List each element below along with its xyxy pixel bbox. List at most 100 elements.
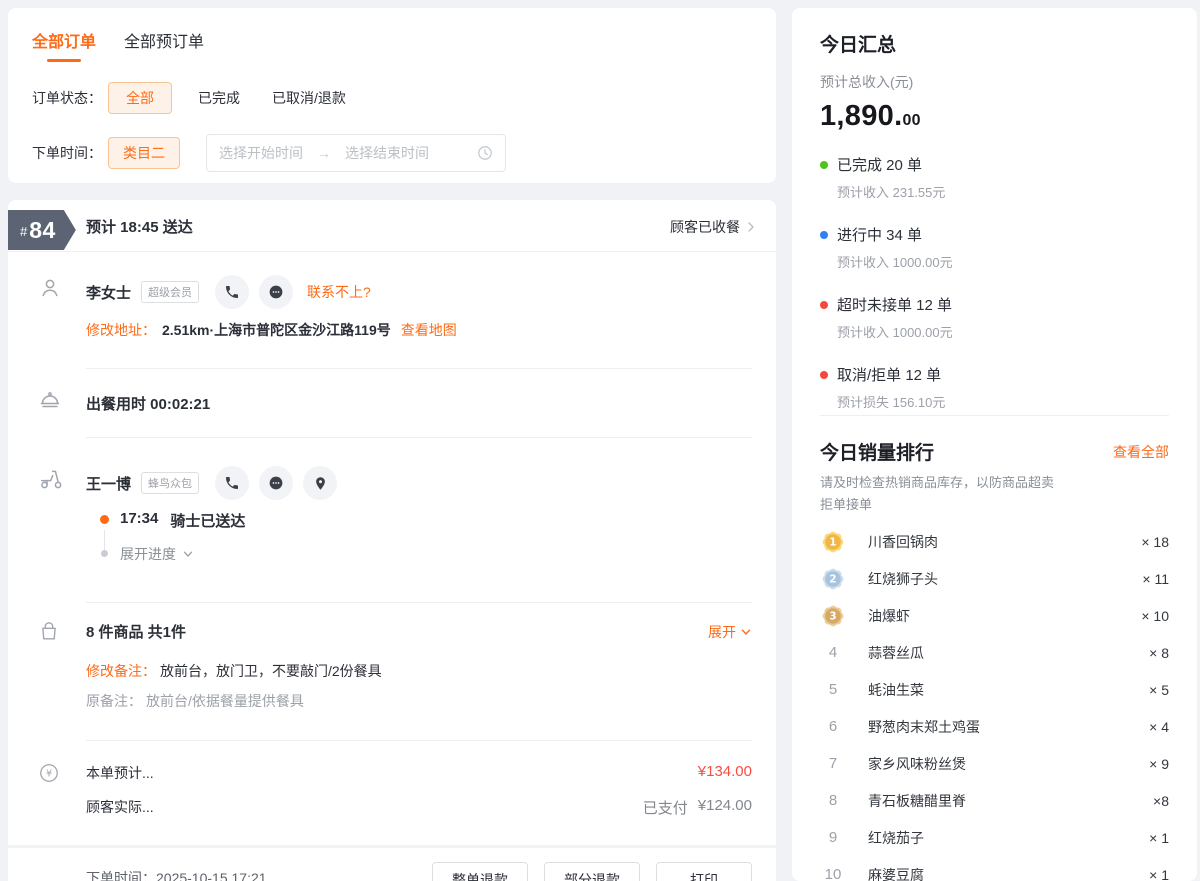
order-status-link[interactable]: 顾客已收餐	[670, 217, 756, 237]
status-option-cancelled[interactable]: 已取消/退款	[272, 88, 346, 108]
ranking-note-line1: 请及时检查热销商品库存，以防商品超卖	[820, 472, 1169, 494]
divider	[86, 740, 752, 741]
total-revenue-label: 预计总收入(元)	[820, 72, 1169, 92]
rider-location-button[interactable]	[303, 466, 337, 500]
dish-count: × 1	[1149, 830, 1169, 846]
order-number: 84	[29, 217, 56, 244]
order-time-label: 下单时间：	[86, 870, 156, 881]
ranking-row: 7 家乡风味粉丝煲 × 9	[820, 745, 1169, 782]
view-all-link[interactable]: 查看全部	[1113, 442, 1169, 462]
revenue-cents: 00	[902, 112, 920, 129]
dish-count: ×8	[1153, 793, 1169, 809]
ranking-row: 8 青石板糖醋里脊 ×8	[820, 782, 1169, 819]
stat-label: 取消/拒单 12 单	[837, 364, 941, 385]
call-rider-button[interactable]	[215, 466, 249, 500]
status-option-completed[interactable]: 已完成	[198, 88, 240, 108]
view-map-link[interactable]: 查看地图	[401, 320, 457, 340]
original-note-row: 原备注： 放前台/依据餐量提供餐具	[86, 691, 752, 711]
rank-number: 5	[820, 681, 846, 698]
stat-in-progress: 进行中 34 单 预计收入 1000.00元	[820, 224, 1169, 271]
dish-count: × 10	[1141, 608, 1169, 624]
clock-icon	[477, 145, 493, 161]
dish-name: 红烧茄子	[868, 828, 924, 848]
message-rider-button[interactable]	[259, 466, 293, 500]
dish-name: 家乡风味粉丝煲	[868, 754, 966, 774]
paid-status-label: 已支付	[643, 797, 688, 818]
dish-count: × 18	[1141, 534, 1169, 550]
estimated-income-row: 本单预计... ¥134.00	[86, 763, 752, 783]
tab-all-preorders[interactable]: 全部预订单	[124, 28, 204, 62]
dish-name: 蒜蓉丝瓜	[868, 643, 924, 663]
estimated-income-amount: ¥134.00	[698, 763, 752, 783]
order-footer-bar: 下单时间：2025-10-15 17:21 整单退款 部分退款 打印	[8, 848, 776, 881]
full-refund-button[interactable]: 整单退款	[432, 862, 528, 881]
message-customer-button[interactable]	[259, 275, 293, 309]
revenue-integer: 1,890.	[820, 100, 902, 132]
divider	[86, 602, 752, 603]
stat-sub: 预计收入 1000.00元	[837, 252, 1169, 271]
timeline-status: 骑士已送达	[170, 510, 245, 531]
stat-overdue: 超时未接单 12 单 预计收入 1000.00元	[820, 294, 1169, 341]
rider-row: 王一博 蜂鸟众包	[86, 466, 752, 500]
prep-time: 出餐用时 00:02:21	[86, 393, 752, 414]
dish-count: × 9	[1149, 756, 1169, 772]
svg-text:3: 3	[829, 610, 836, 622]
dish-name: 麻婆豆腐	[868, 865, 924, 881]
call-customer-button[interactable]	[215, 275, 249, 309]
customer-address-row: 修改地址： 2.51km·上海市普陀区金沙江路119号 查看地图	[86, 320, 752, 340]
order-header: #84 预计 18:45 送达 顾客已收餐	[8, 200, 776, 252]
dish-name: 青石板糖醋里脊	[868, 791, 966, 811]
customer-icon	[38, 276, 64, 302]
stat-sub: 预计收入 231.55元	[837, 182, 1169, 201]
dish-count: × 1	[1149, 867, 1169, 881]
svg-text:2: 2	[829, 573, 836, 585]
time-category-button[interactable]: 类目二	[108, 137, 180, 169]
order-status-text: 顾客已收餐	[670, 217, 740, 237]
cannot-contact-link[interactable]: 联系不上?	[307, 282, 371, 302]
sales-ranking-note: 请及时检查热销商品库存，以防商品超卖 拒单接单	[820, 472, 1169, 516]
today-summary-title: 今日汇总	[820, 30, 1169, 57]
red-dot-icon	[820, 371, 828, 379]
rank-number: 4	[820, 644, 846, 661]
order-time-filter-row: 下单时间： 类目二 选择开始时间 → 选择结束时间	[32, 134, 752, 172]
partial-refund-button[interactable]: 部分退款	[544, 862, 640, 881]
ranking-row: 5 蚝油生菜 × 5	[820, 671, 1169, 708]
rank-number: 7	[820, 755, 846, 772]
rider-name: 王一博	[86, 473, 131, 494]
address-modified-label: 修改地址：	[86, 320, 156, 340]
goods-summary-row: 8 件商品 共1件 展开	[86, 621, 752, 642]
order-time-value: 2025-10-15 17:21	[156, 870, 267, 881]
order-tabs: 全部订单 全部预订单	[32, 28, 752, 62]
order-time-row: 下单时间：2025-10-15 17:21	[86, 868, 267, 881]
divider	[86, 437, 752, 438]
divider	[86, 368, 752, 369]
timeline-time: 17:34	[120, 510, 158, 531]
date-end-placeholder: 选择结束时间	[345, 143, 429, 163]
dish-count: × 5	[1149, 682, 1169, 698]
gold-medal-icon: 1	[820, 529, 846, 555]
original-note-label: 原备注：	[86, 691, 142, 711]
stat-sub: 预计损失 156.10元	[837, 392, 1169, 411]
goods-expand-link[interactable]: 展开	[708, 622, 752, 642]
sales-ranking-list: 1 川香回锅肉 × 18 2 红烧狮子头 × 11 3 油爆虾 × 10 4 蒜…	[820, 523, 1169, 881]
modified-note-text: 放前台，放门卫，不要敲门/2份餐具	[160, 661, 382, 681]
chevron-down-icon	[182, 548, 194, 560]
expand-progress-link[interactable]: 展开进度	[100, 544, 194, 564]
print-button[interactable]: 打印	[656, 862, 752, 881]
ranking-row: 4 蒜蓉丝瓜 × 8	[820, 634, 1169, 671]
rank-number: 8	[820, 792, 846, 809]
timeline-dot-active	[100, 515, 109, 524]
ranking-note-line2: 拒单接单	[820, 494, 1169, 516]
status-option-all[interactable]: 全部	[108, 82, 172, 114]
tab-all-orders[interactable]: 全部订单	[32, 28, 96, 62]
rider-timeline-current: 17:34 骑士已送达	[100, 510, 245, 531]
rank-number: 10	[820, 866, 846, 881]
date-range-picker[interactable]: 选择开始时间 → 选择结束时间	[206, 134, 506, 172]
rider-company-badge: 蜂鸟众包	[141, 472, 199, 494]
bronze-medal-icon: 3	[820, 603, 846, 629]
dish-cloche-icon	[38, 388, 64, 414]
order-number-badge: #84	[8, 210, 76, 250]
dish-name: 野葱肉末郑土鸡蛋	[868, 717, 980, 737]
chevron-right-icon	[746, 221, 756, 233]
svg-text:1: 1	[829, 536, 836, 548]
